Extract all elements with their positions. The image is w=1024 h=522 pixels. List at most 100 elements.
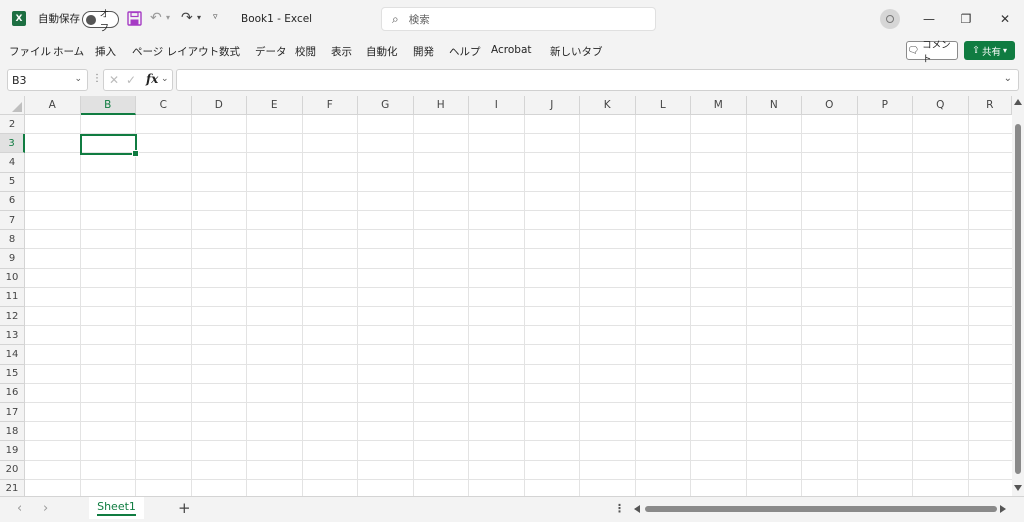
column-header[interactable]: N (746, 96, 802, 115)
vertical-scrollbar[interactable] (1012, 96, 1024, 496)
formula-input[interactable]: ⌄ (176, 69, 1019, 91)
column-header[interactable]: Q (913, 96, 969, 115)
tab-automate[interactable]: 自動化 (366, 44, 398, 59)
select-all-button[interactable] (0, 96, 25, 115)
column-header[interactable]: E (247, 96, 303, 115)
row-gridline (25, 210, 1012, 211)
chevron-down-icon[interactable]: ⌄ (74, 74, 82, 84)
expand-formula-bar-icon[interactable]: ⌄ (1004, 73, 1012, 84)
row-header[interactable]: 12 (0, 307, 25, 327)
previous-sheet-icon[interactable]: ‹ (17, 501, 22, 516)
excel-logo-icon: X (12, 11, 26, 26)
tab-insert[interactable]: 挿入 (95, 44, 116, 59)
redo-icon[interactable]: ↷ (181, 10, 193, 26)
cancel-icon[interactable]: ✕ (109, 73, 119, 87)
insert-function-button[interactable]: fx (146, 72, 158, 86)
column-header[interactable]: H (413, 96, 469, 115)
close-button[interactable]: ✕ (995, 9, 1015, 29)
save-icon[interactable] (127, 11, 142, 26)
row-header[interactable]: 5 (0, 172, 25, 192)
row-header[interactable]: 19 (0, 441, 25, 461)
more-options-icon[interactable]: ⋮ (92, 73, 102, 84)
horizontal-scroll-thumb[interactable] (645, 506, 997, 512)
tab-home[interactable]: ホーム (53, 44, 84, 59)
minimize-button[interactable]: — (919, 9, 939, 29)
autosave-toggle[interactable]: オフ (82, 9, 119, 34)
row-header[interactable]: 11 (0, 287, 25, 307)
row-gridline (25, 421, 1012, 423)
tab-data[interactable]: データ (255, 44, 287, 59)
row-header[interactable]: 3 (0, 134, 25, 154)
row-header[interactable]: 9 (0, 249, 25, 269)
account-avatar[interactable] (880, 9, 900, 29)
scroll-right-icon[interactable] (1000, 505, 1006, 513)
tab-page-layout[interactable]: ページ レイアウト (132, 44, 219, 59)
vertical-scroll-thumb[interactable] (1015, 124, 1021, 474)
tab-view[interactable]: 表示 (331, 44, 352, 59)
horizontal-scrollbar[interactable] (631, 503, 1011, 515)
row-header[interactable]: 2 (0, 115, 25, 135)
row-header[interactable]: 18 (0, 422, 25, 442)
column-header[interactable]: I (469, 96, 525, 115)
search-input[interactable]: ⌕ 検索 (381, 7, 656, 31)
scroll-left-icon[interactable] (634, 505, 640, 513)
column-header[interactable]: O (802, 96, 858, 115)
comment-button[interactable]: 🗨 コメント (906, 40, 958, 65)
search-placeholder: 検索 (408, 13, 430, 26)
row-header[interactable]: 10 (0, 268, 25, 288)
enter-icon[interactable]: ✓ (126, 73, 136, 87)
column-gridline (856, 115, 858, 496)
active-cell[interactable] (80, 134, 139, 157)
tab-acrobat[interactable]: Acrobat (491, 44, 532, 56)
column-header[interactable]: K (580, 96, 636, 115)
tab-new-tab[interactable]: 新しいタブ (550, 44, 603, 59)
row-header[interactable]: 17 (0, 403, 25, 423)
column-header[interactable]: A (25, 96, 81, 115)
share-button[interactable]: ⇪ 共有 ▾ (964, 41, 1015, 60)
column-header[interactable]: M (691, 96, 747, 115)
row-gridline (25, 478, 1012, 480)
undo-dropdown-icon[interactable]: ▾ (166, 13, 170, 22)
column-header[interactable]: J (524, 96, 580, 115)
add-sheet-button[interactable]: + (178, 499, 191, 517)
worksheet-grid[interactable]: ABCDEFGHIJKLMNOPQR 2 3 4 5 6 7 8 9 10 11 12 13 14 15 1… (0, 96, 1024, 496)
sheet-tab[interactable]: Sheet1 (89, 497, 144, 519)
row-header[interactable]: 13 (0, 326, 25, 346)
name-box[interactable]: B3 ⌄ (7, 69, 88, 91)
row-header[interactable]: 4 (0, 153, 25, 173)
more-options-icon[interactable]: ⋮ (614, 502, 625, 515)
column-header[interactable]: D (191, 96, 247, 115)
undo-icon[interactable]: ↶ (150, 10, 162, 26)
row-header[interactable]: 21 (0, 479, 25, 496)
column-header[interactable]: C (136, 96, 192, 115)
row-gridline (25, 325, 1012, 327)
column-header[interactable]: B (80, 96, 136, 115)
row-header[interactable]: 15 (0, 364, 25, 384)
row-header[interactable]: 14 (0, 345, 25, 365)
column-header[interactable]: P (857, 96, 913, 115)
column-header[interactable]: F (302, 96, 358, 115)
column-header[interactable]: L (635, 96, 691, 115)
customize-quick-access-icon[interactable]: ▿ (213, 12, 218, 22)
next-sheet-icon[interactable]: › (43, 501, 48, 516)
redo-dropdown-icon[interactable]: ▾ (197, 13, 201, 22)
scroll-up-icon[interactable] (1014, 99, 1022, 105)
column-header[interactable]: G (358, 96, 414, 115)
tab-review[interactable]: 校閲 (295, 44, 316, 59)
row-header[interactable]: 6 (0, 191, 25, 211)
row-header[interactable]: 20 (0, 460, 25, 480)
tab-file[interactable]: ファイル (9, 44, 51, 59)
row-gridline (25, 382, 1012, 384)
scroll-down-icon[interactable] (1014, 485, 1022, 491)
row-gridline (25, 402, 1012, 403)
column-gridline (468, 115, 469, 496)
row-header[interactable]: 8 (0, 230, 25, 250)
row-header[interactable]: 16 (0, 383, 25, 403)
tab-help[interactable]: ヘルプ (449, 44, 481, 59)
restore-button[interactable]: ❐ (956, 9, 976, 29)
column-header[interactable]: R (968, 96, 1012, 115)
chevron-down-icon[interactable]: ⌄ (161, 74, 169, 84)
tab-formulas[interactable]: 数式 (219, 44, 240, 59)
tab-developer[interactable]: 開発 (413, 44, 434, 59)
row-header[interactable]: 7 (0, 211, 25, 231)
